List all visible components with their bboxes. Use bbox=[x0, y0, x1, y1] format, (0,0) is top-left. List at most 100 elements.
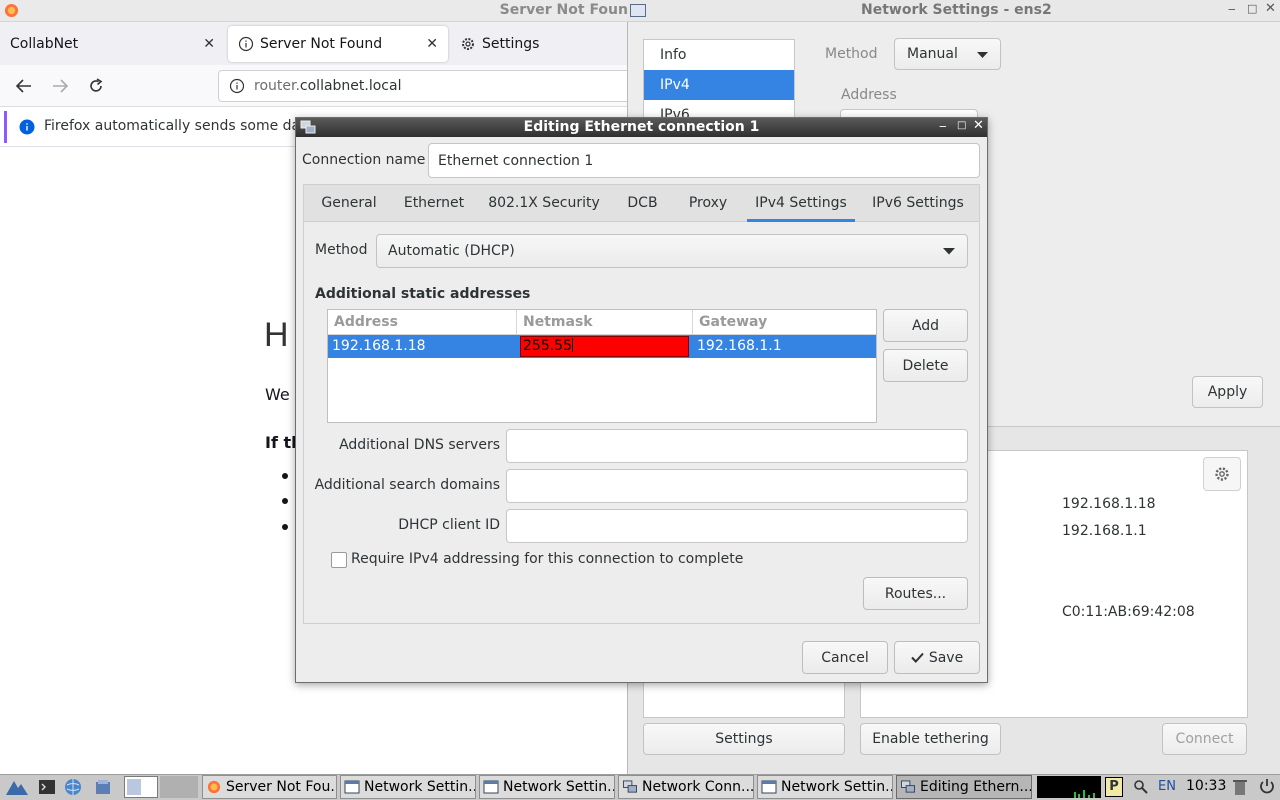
firefox-logo-icon bbox=[206, 780, 222, 794]
dialog-titlebar: Editing Ethernet connection 1 ‒ □ ✕ bbox=[296, 118, 987, 137]
clock[interactable]: 10:33 bbox=[1186, 778, 1226, 794]
tab-8021x-security[interactable]: 802.1X Security bbox=[474, 185, 614, 222]
cell-address[interactable]: 192.168.1.18 bbox=[332, 338, 426, 354]
close-icon[interactable]: ✕ bbox=[1265, 1, 1276, 16]
maximize-icon[interactable]: □ bbox=[1247, 2, 1257, 15]
taskbar-item-firefox[interactable]: Server Not Fou... bbox=[202, 775, 337, 799]
routes-button[interactable]: Routes... bbox=[863, 577, 968, 610]
delete-button[interactable]: Delete bbox=[883, 349, 968, 382]
forward-arrow-icon[interactable] bbox=[51, 78, 69, 94]
tab-dcb[interactable]: DCB bbox=[614, 185, 671, 222]
text-cursor bbox=[572, 338, 573, 352]
cancel-button[interactable]: Cancel bbox=[802, 641, 888, 674]
search-domains-field[interactable] bbox=[506, 469, 968, 503]
tab-collabnet[interactable]: CollabNet ✕ bbox=[0, 26, 225, 62]
gear-icon[interactable] bbox=[1203, 457, 1241, 491]
minimize-icon[interactable]: ‒ bbox=[1228, 2, 1236, 16]
dhcp-client-id-label: DHCP client ID bbox=[398, 517, 500, 533]
taskbar-item-editing-ethernet[interactable]: Editing Ethern... bbox=[896, 775, 1032, 799]
static-addresses-table[interactable]: Address Netmask Gateway bbox=[327, 309, 877, 423]
taskbar-item-label: Network Conn... bbox=[642, 779, 754, 795]
notice-stripe bbox=[4, 111, 7, 143]
cpu-monitor bbox=[1037, 776, 1101, 798]
require-ipv4-label[interactable]: Require IPv4 addressing for this connect… bbox=[351, 551, 743, 567]
tab-server-not-found[interactable]: Server Not Found ✕ bbox=[228, 26, 448, 62]
back-arrow-icon[interactable] bbox=[15, 78, 33, 94]
dropdown-arrow-icon bbox=[943, 248, 955, 255]
info-icon[interactable] bbox=[229, 78, 245, 94]
add-button[interactable]: Add bbox=[883, 309, 968, 342]
globe-icon[interactable] bbox=[64, 778, 82, 796]
maximize-icon[interactable]: □ bbox=[957, 120, 966, 131]
connection-name-field[interactable]: Ethernet connection 1 bbox=[428, 143, 980, 178]
tab-ipv6-settings[interactable]: IPv6 Settings bbox=[864, 185, 972, 222]
workspace-1[interactable] bbox=[127, 779, 141, 795]
bullet bbox=[282, 524, 288, 530]
keyboard-layout-indicator[interactable]: EN bbox=[1158, 779, 1176, 794]
window-icon bbox=[344, 780, 360, 794]
column-header-address[interactable]: Address bbox=[328, 310, 517, 335]
column-header-gateway[interactable]: Gateway bbox=[693, 310, 876, 335]
taskbar-item-label: Server Not Fou... bbox=[226, 779, 337, 795]
network-connection-icon bbox=[622, 780, 638, 794]
method-value: Automatic (DHCP) bbox=[388, 243, 515, 259]
url-bar[interactable]: router. collabnet.local bbox=[218, 70, 638, 102]
tab-general[interactable]: General bbox=[304, 185, 394, 222]
taskbar-item-label: Network Settin... bbox=[364, 779, 476, 795]
taskbar-item-network-settings[interactable]: Network Settin... bbox=[340, 775, 476, 799]
save-button[interactable]: Save bbox=[894, 641, 980, 674]
trash-icon[interactable] bbox=[1232, 778, 1248, 796]
close-tab-icon[interactable]: ✕ bbox=[426, 36, 438, 52]
tab-label: Server Not Found bbox=[260, 36, 383, 52]
taskbar-item-network-settings[interactable]: Network Settin... bbox=[757, 775, 893, 799]
close-icon[interactable]: ✕ bbox=[973, 118, 984, 133]
tab-proxy[interactable]: Proxy bbox=[671, 185, 745, 222]
enable-tethering-button[interactable]: Enable tethering bbox=[860, 723, 1001, 755]
taskbar-item-label: Network Settin... bbox=[503, 779, 615, 795]
tab-settings[interactable]: Settings bbox=[450, 26, 628, 62]
clipboard-icon[interactable]: P bbox=[1105, 777, 1123, 797]
method-dropdown[interactable]: Automatic (DHCP) bbox=[376, 234, 968, 268]
url-host: collabnet.local bbox=[299, 78, 402, 94]
tab-ethernet[interactable]: Ethernet bbox=[394, 185, 474, 222]
bullet bbox=[282, 498, 288, 504]
files-icon[interactable] bbox=[94, 778, 112, 796]
info-icon bbox=[238, 36, 254, 52]
ns-gateway-value: 192.168.1.1 bbox=[1062, 523, 1147, 539]
cell-gateway[interactable]: 192.168.1.1 bbox=[697, 338, 782, 354]
ns-method-dropdown[interactable]: Manual bbox=[894, 38, 1001, 70]
close-tab-icon[interactable]: ✕ bbox=[203, 36, 215, 52]
sidebar-item-ipv4[interactable]: IPv4 bbox=[644, 70, 794, 100]
network-settings-titlebar: Network Settings - ens2 ‒ □ ✕ bbox=[627, 0, 1280, 22]
network-connection-icon bbox=[900, 780, 916, 794]
url-host-prefix: router. bbox=[254, 78, 300, 94]
netmask-cell-editor[interactable]: 255.55 bbox=[520, 336, 689, 357]
firefox-window-title: Server Not Foun bbox=[499, 2, 628, 18]
window-icon bbox=[483, 780, 499, 794]
dns-servers-label: Additional DNS servers bbox=[339, 437, 500, 453]
network-settings-title: Network Settings - ens2 bbox=[861, 2, 1052, 18]
terminal-icon[interactable] bbox=[38, 778, 56, 796]
apply-button[interactable]: Apply bbox=[1192, 376, 1263, 408]
require-ipv4-checkbox[interactable] bbox=[331, 552, 347, 568]
search-domains-label: Additional search domains bbox=[314, 477, 500, 493]
tab-label: CollabNet bbox=[10, 36, 79, 52]
tab-ipv4-settings[interactable]: IPv4 Settings bbox=[747, 185, 855, 222]
bullet bbox=[282, 473, 288, 479]
search-icon[interactable] bbox=[1133, 779, 1149, 795]
dhcp-client-id-field[interactable] bbox=[506, 509, 968, 543]
taskbar-item-network-settings[interactable]: Network Settin... bbox=[479, 775, 615, 799]
sidebar-item-info[interactable]: Info bbox=[644, 40, 794, 70]
save-label: Save bbox=[928, 649, 964, 666]
connect-button[interactable]: Connect bbox=[1162, 723, 1247, 755]
minimize-icon[interactable]: ‒ bbox=[939, 119, 947, 133]
reload-icon[interactable] bbox=[87, 77, 105, 95]
workspace-2[interactable] bbox=[160, 776, 198, 798]
taskbar-item-network-connections[interactable]: Network Conn... bbox=[618, 775, 754, 799]
dns-servers-field[interactable] bbox=[506, 429, 968, 463]
column-header-netmask[interactable]: Netmask bbox=[517, 310, 693, 335]
workspace-switcher[interactable] bbox=[124, 776, 158, 798]
settings-button[interactable]: Settings bbox=[643, 723, 845, 755]
power-icon[interactable] bbox=[1258, 778, 1276, 796]
start-menu-icon[interactable] bbox=[4, 777, 30, 797]
